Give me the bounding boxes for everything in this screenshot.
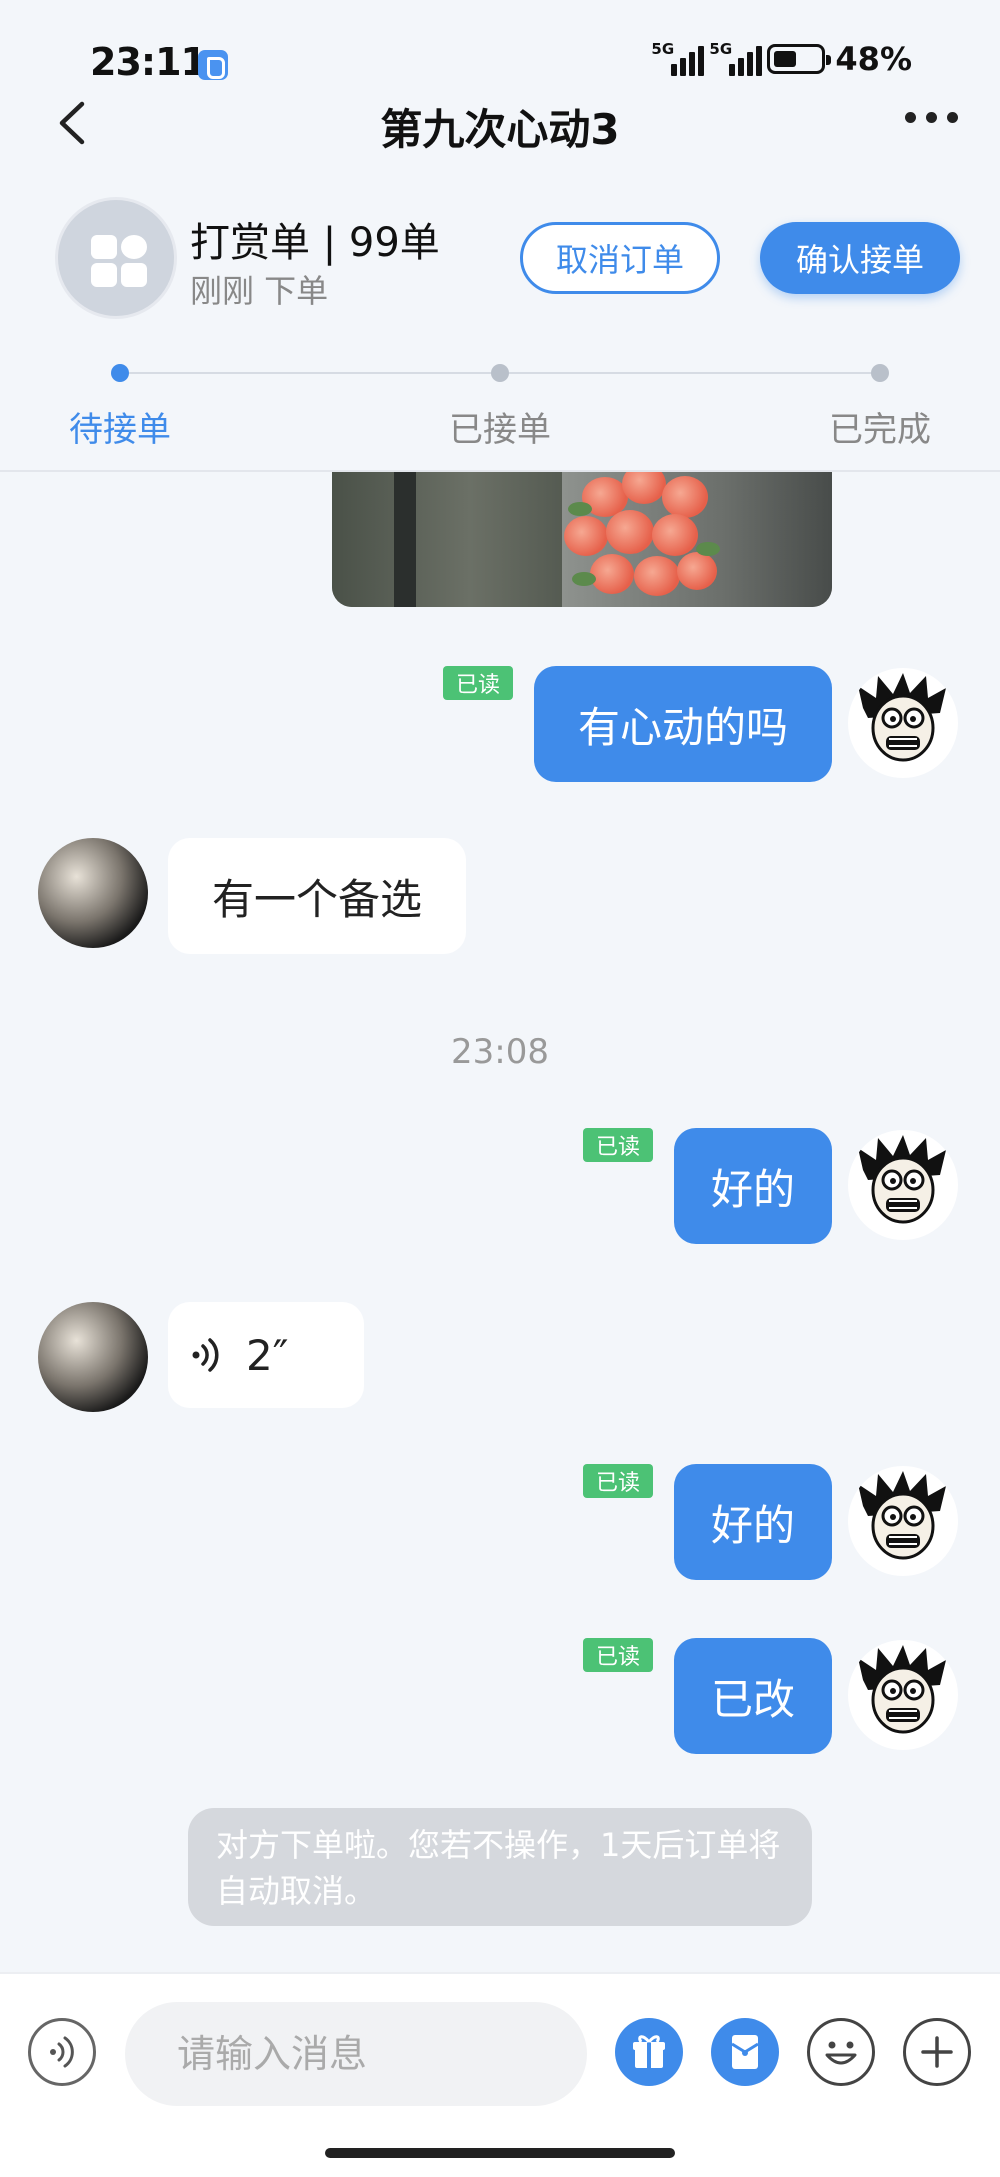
my-avatar[interactable] [848,1466,958,1576]
step-label-pending: 待接单 [69,410,171,450]
order-type-icon [55,197,177,319]
time-separator: 23:08 [451,1032,549,1072]
contact-avatar[interactable] [38,1302,148,1412]
signal-icon: 5G [651,40,705,78]
read-badge: 已读 [583,1464,653,1498]
emoji-icon [825,2041,857,2065]
my-avatar[interactable] [848,1130,958,1240]
cartoon-face-icon [858,1645,946,1734]
red-packet-button[interactable] [711,2018,779,2086]
home-indicator [325,2148,675,2158]
more-options-icon[interactable] [905,112,958,123]
voice-wave-icon [192,1338,219,1372]
message-bubble-out[interactable]: 好的 [674,1128,832,1244]
gift-icon [633,2035,665,2068]
my-avatar[interactable] [848,1640,958,1750]
message-bubble-out[interactable]: 有心动的吗 [534,666,832,782]
contact-avatar[interactable] [38,838,148,948]
voice-wave-icon [50,2036,74,2068]
red-packet-icon [731,2035,759,2069]
step-label-completed: 已完成 [829,410,931,450]
status-time: 23:11 [90,40,207,84]
photo-message[interactable] [332,472,832,607]
voice-input-button[interactable] [28,2018,96,2086]
cartoon-face-icon [858,1135,946,1224]
order-time: 刚刚 下单 [190,272,329,310]
system-notice: 对方下单啦。您若不操作，1天后订单将自动取消。 [188,1808,812,1926]
step-dot-pending [111,364,129,382]
read-badge: 已读 [443,666,513,700]
cartoon-face-icon [858,673,946,762]
network-type-label: 5G [651,40,675,58]
status-indicators: 5G 5G 48% [651,40,912,78]
read-badge: 已读 [583,1638,653,1672]
step-dot-completed [871,364,889,382]
message-input[interactable] [125,2002,587,2106]
signal-icon: 5G [709,40,763,78]
confirm-order-button[interactable]: 确认接单 [760,222,960,294]
voice-duration: 2″ [246,1330,289,1380]
network-type-label: 5G [709,40,733,58]
battery-percent: 48% [835,40,912,78]
plus-icon [921,2036,953,2068]
gift-button[interactable] [615,2018,683,2086]
battery-icon [767,44,832,74]
emoji-button[interactable] [807,2018,875,2086]
step-dot-accepted [491,364,509,382]
message-bubble-in[interactable]: 有一个备选 [168,838,466,954]
message-bubble-out[interactable]: 好的 [674,1464,832,1580]
chat-title: 第九次心动3 [380,105,620,154]
cartoon-face-icon [858,1471,946,1560]
voice-message-bubble[interactable]: 2″ [168,1302,364,1408]
step-label-accepted: 已接单 [449,410,551,450]
more-actions-button[interactable] [903,2018,971,2086]
cancel-order-button[interactable]: 取消订单 [520,222,720,294]
order-title: 打赏单 | 99单 [190,220,440,266]
read-badge: 已读 [583,1128,653,1162]
my-avatar[interactable] [848,668,958,778]
app-notification-icon [198,50,228,80]
message-bubble-out[interactable]: 已改 [674,1638,832,1754]
chat-messages[interactable]: 已读 有心动的吗 有一个备选 23:08 已读 好的 2″ 已读 好的 已读 已… [0,472,1000,1972]
